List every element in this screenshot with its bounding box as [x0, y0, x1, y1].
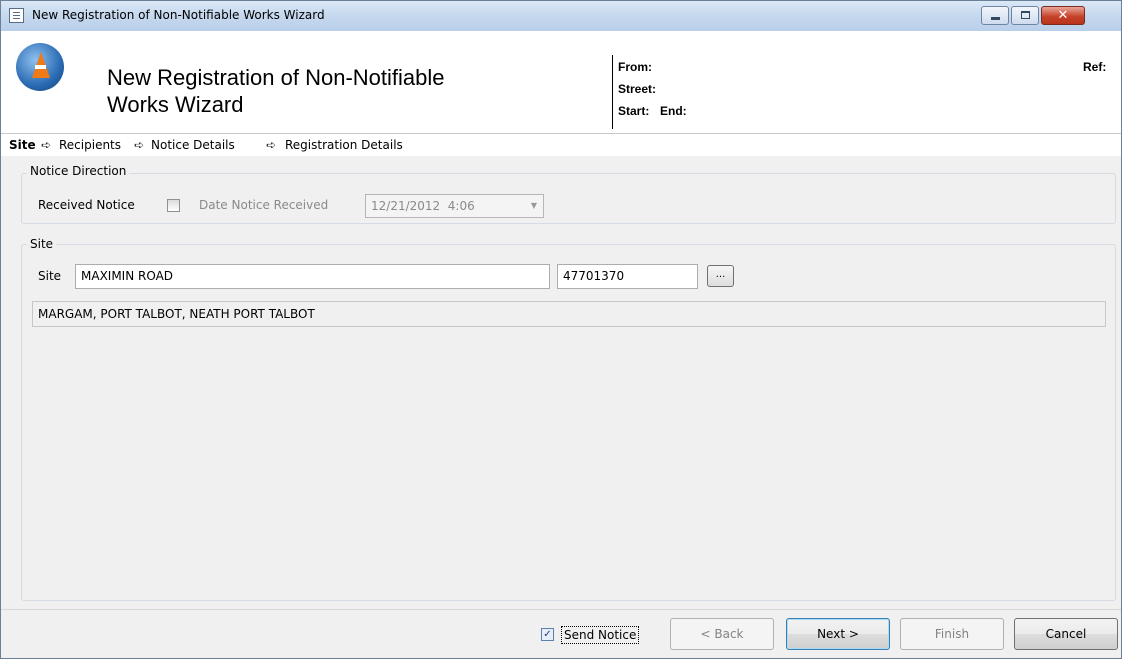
title-bar: New Registration of Non-Notifiable Works… — [1, 1, 1121, 32]
window-form-icon — [9, 8, 24, 23]
site-group — [21, 244, 1116, 601]
street-label: Street: — [618, 82, 657, 96]
step-site: Site — [9, 138, 36, 152]
wizard-step-breadcrumb: Site ➪ Recipients ➪ Notice Details ➪ Reg… — [1, 133, 1121, 156]
date-notice-received-label: Date Notice Received — [199, 198, 329, 212]
wizard-title-line-1: New Registration of Non-Notifiable — [107, 65, 445, 90]
site-street-input[interactable]: MAXIMIN ROAD — [75, 264, 550, 289]
minimize-icon — [991, 17, 1000, 20]
site-field-label: Site — [38, 269, 62, 283]
end-label: End: — [660, 104, 687, 118]
traffic-cone-logo-icon — [16, 43, 64, 91]
received-notice-label: Received Notice — [38, 198, 135, 212]
minimize-button[interactable] — [981, 6, 1009, 25]
step-arrow-icon: ➪ — [41, 138, 52, 152]
close-icon: ✕ — [1057, 8, 1069, 23]
back-button[interactable]: < Back — [670, 618, 774, 650]
from-label: From: — [618, 60, 652, 74]
site-locality-field: MARGAM, PORT TALBOT, NEATH PORT TALBOT — [32, 301, 1106, 327]
close-button[interactable]: ✕ — [1041, 6, 1085, 25]
wizard-header: New Registration of Non-Notifiable Works… — [1, 31, 1121, 133]
maximize-button[interactable] — [1011, 6, 1039, 25]
send-notice-checkbox[interactable]: ✓ — [541, 628, 554, 641]
site-group-label: Site — [27, 237, 57, 251]
maximize-icon — [1021, 11, 1030, 19]
next-button[interactable]: Next > — [786, 618, 890, 650]
window-title: New Registration of Non-Notifiable Works… — [32, 8, 325, 22]
ref-label: Ref: — [1083, 60, 1107, 74]
step-arrow-icon: ➪ — [266, 138, 277, 152]
finish-button[interactable]: Finish — [900, 618, 1004, 650]
notice-direction-group — [21, 173, 1116, 224]
site-browse-button[interactable]: ... — [707, 265, 734, 287]
wizard-title-line-2: Works Wizard — [107, 92, 244, 117]
date-notice-received-value: 12/21/2012 4:06 — [371, 199, 475, 213]
wizard-title: New Registration of Non-Notifiable Works… — [107, 64, 445, 118]
start-label: Start: — [618, 104, 650, 118]
cancel-button[interactable]: Cancel — [1014, 618, 1118, 650]
step-registration-details: Registration Details — [285, 138, 403, 152]
notice-direction-group-label: Notice Direction — [27, 164, 130, 178]
wizard-window: New Registration of Non-Notifiable Works… — [0, 0, 1122, 659]
footer-divider — [1, 609, 1121, 610]
step-arrow-icon: ➪ — [134, 138, 145, 152]
step-notice-details: Notice Details — [151, 138, 235, 152]
send-notice-label[interactable]: Send Notice — [561, 626, 640, 644]
chevron-down-icon: ▼ — [530, 201, 537, 210]
step-recipients: Recipients — [59, 138, 122, 152]
date-notice-received-picker[interactable]: 12/21/2012 4:06 ▼ — [365, 194, 544, 218]
received-notice-checkbox[interactable] — [167, 199, 180, 212]
site-usrn-input[interactable]: 47701370 — [557, 264, 698, 289]
header-divider — [612, 55, 613, 129]
